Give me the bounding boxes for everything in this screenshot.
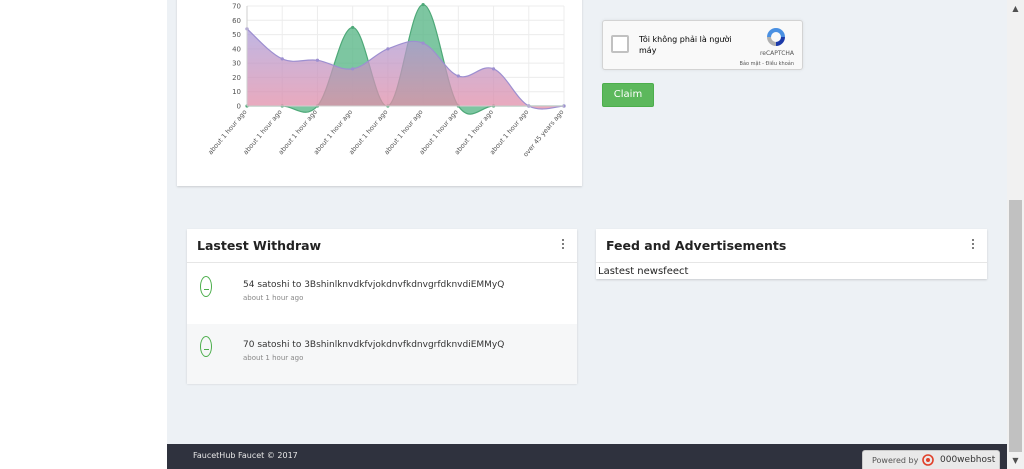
data-point (386, 47, 390, 51)
y-tick-label: 50 (232, 31, 241, 39)
copyright-text: FaucetHub Faucet © 2017 (193, 451, 298, 460)
more-options-icon[interactable] (561, 239, 565, 253)
latest-withdraw-panel: Lastest Withdraw 54 satoshi to 3Bshinlkn… (187, 229, 577, 384)
panel-header: Feed and Advertisements (596, 229, 987, 263)
claim-button[interactable]: Claim (602, 83, 654, 107)
withdraw-chart: 010203040506070about 1 hour agoabout 1 h… (206, 2, 566, 158)
powered-by-badge[interactable]: Powered by 000webhost (862, 450, 1000, 469)
newsfeed-text: Lastest newsfeect (598, 266, 689, 277)
webhost-name: 000webhost (940, 455, 996, 465)
withdraw-text: 70 satoshi to 3Bshinlknvdkfvjokdnvfkdnvg… (243, 340, 505, 350)
coin-icon (200, 276, 212, 297)
y-tick-label: 40 (232, 45, 241, 53)
data-point (456, 74, 460, 78)
powered-by-label: Powered by (872, 456, 919, 465)
y-tick-label: 20 (232, 74, 241, 82)
recaptcha-logo-icon (767, 28, 785, 46)
scroll-up-icon[interactable]: ▲ (1007, 0, 1024, 17)
panel-title: Lastest Withdraw (197, 238, 322, 253)
recaptcha-label: Tôi không phải là người máy (639, 35, 732, 55)
data-point (351, 67, 355, 71)
y-tick-label: 60 (232, 17, 241, 25)
withdraw-text: 54 satoshi to 3Bshinlknvdkfvjokdnvfkdnvg… (243, 280, 505, 290)
withdraw-time: about 1 hour ago (243, 354, 304, 362)
y-tick-label: 30 (232, 60, 241, 68)
left-blank-area (0, 0, 167, 469)
feed-advertisements-panel: Feed and Advertisements Lastest newsfeec… (596, 229, 987, 279)
withdraw-item: 70 satoshi to 3Bshinlknvdkfvjokdnvfkdnvg… (187, 324, 577, 384)
scroll-down-icon[interactable]: ▼ (1007, 452, 1024, 469)
panel-header: Lastest Withdraw (187, 229, 577, 263)
y-tick-label: 10 (232, 88, 241, 96)
coin-icon (200, 336, 212, 357)
data-point (421, 41, 425, 45)
withdraw-time: about 1 hour ago (243, 294, 304, 302)
chart-card: 0 10 20 30 40 50 60 70 about 1 hour ago about 1 h… (177, 0, 582, 186)
recaptcha-brand: reCAPTCHA (759, 50, 794, 57)
panel-title: Feed and Advertisements (606, 238, 787, 253)
recaptcha-terms-link[interactable]: Bảo mật - Điều khoản (740, 61, 794, 67)
withdraw-item: 54 satoshi to 3Bshinlknvdkfvjokdnvfkdnvg… (187, 264, 577, 324)
series-area (247, 28, 564, 109)
data-point (315, 58, 320, 62)
data-point (280, 57, 284, 61)
webhost-logo-icon (922, 454, 934, 466)
scrollbar-thumb[interactable] (1009, 200, 1022, 452)
main-content: 0 10 20 30 40 50 60 70 about 1 hour ago about 1 h… (167, 0, 1007, 444)
more-options-icon[interactable] (971, 239, 975, 253)
recaptcha-checkbox[interactable] (611, 35, 629, 53)
data-point (421, 2, 425, 7)
data-point (491, 67, 496, 71)
y-tick-label: 70 (232, 3, 241, 11)
recaptcha-widget: Tôi không phải là người máy reCAPTCHA Bả… (602, 20, 803, 70)
data-point (351, 25, 355, 30)
